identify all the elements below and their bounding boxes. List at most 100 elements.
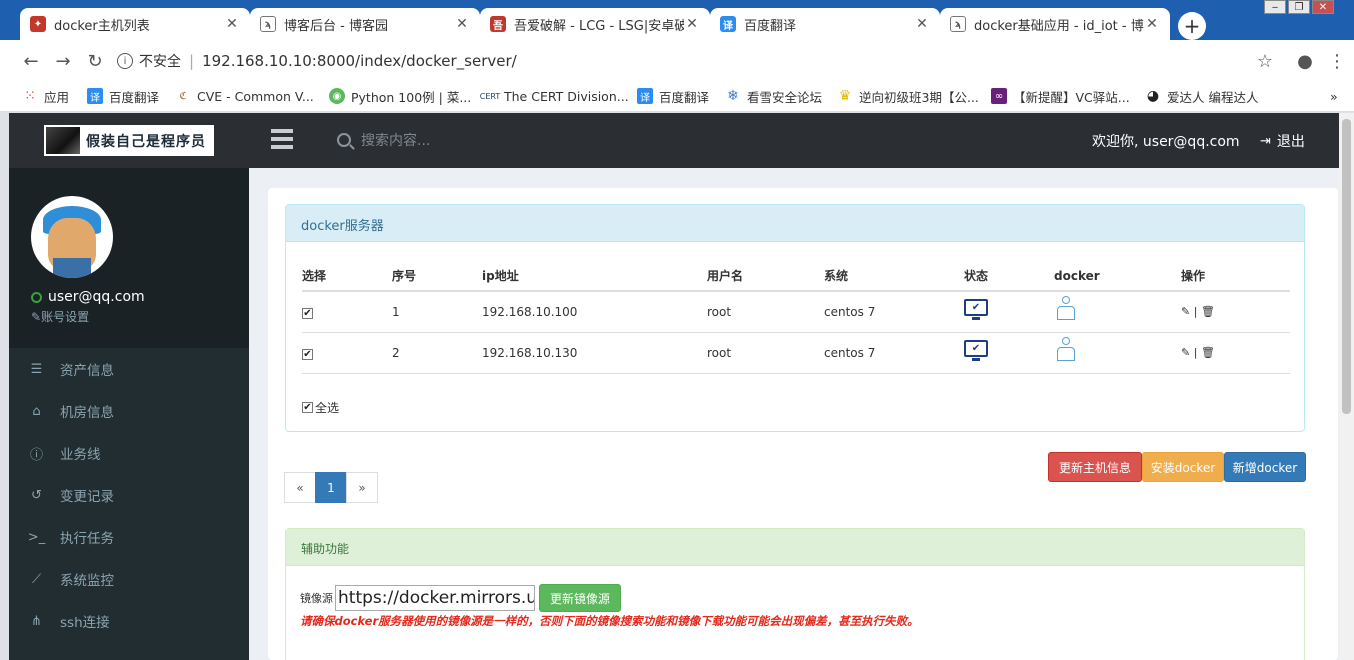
row-checkbox[interactable]: ✔ xyxy=(302,307,313,319)
back-icon[interactable]: ← xyxy=(20,50,42,72)
update-mirror-button[interactable]: 更新镜像源 xyxy=(539,584,621,612)
sidebar-item-label: 业务线 xyxy=(60,447,101,463)
panel-title: 辅助功能 xyxy=(286,529,1304,566)
bookmark-label: 应用 xyxy=(44,89,70,105)
bookmarks-bar: ⁙ 应用 译 百度翻译 ℭ CVE - Common V... ◉ Python… xyxy=(0,80,1354,112)
sidebar-item-label: 系统监控 xyxy=(60,573,114,589)
column-header: 用户名 xyxy=(707,261,824,292)
sidebar-item-assets[interactable]: ☰ 资产信息 xyxy=(9,348,249,390)
minimize-button[interactable]: ‒ xyxy=(1264,0,1286,14)
next-page-button[interactable]: » xyxy=(346,472,378,503)
bookmarks-more-button[interactable]: » xyxy=(1330,86,1338,106)
tab-label: 吾爱破解 - LCG - LSG|安卓破解 xyxy=(514,18,684,34)
reload-icon[interactable]: ↻ xyxy=(84,50,106,72)
bookmark-item[interactable]: ◉ Python 100例 | 菜... xyxy=(329,86,471,106)
profile-icon[interactable]: ● xyxy=(1294,50,1316,72)
account-settings-link[interactable]: ✎账号设置 xyxy=(31,308,89,325)
bookmark-item[interactable]: ◕ 爱达人 编程达人 xyxy=(1145,86,1259,106)
sidebar-item-ssh[interactable]: ⋔ ssh连接 xyxy=(9,600,249,642)
close-window-button[interactable]: ✕ xyxy=(1312,0,1334,14)
column-header: ip地址 xyxy=(482,261,707,292)
scrollbar-thumb[interactable] xyxy=(1342,119,1351,414)
row-user: root xyxy=(707,291,824,333)
browser-tab[interactable]: 吾 吾爱破解 - LCG - LSG|安卓破解 ✕ xyxy=(480,8,710,40)
search-icon xyxy=(337,133,351,147)
edit-icon[interactable]: ✎ xyxy=(1181,305,1190,318)
mirror-label: 镜像源 xyxy=(300,592,333,605)
search-box[interactable]: 搜索内容... xyxy=(337,130,430,150)
monitor-check-icon[interactable]: ✔ xyxy=(964,340,988,362)
logout-link[interactable]: ⇥ 退出 xyxy=(1260,131,1305,151)
info-icon: ⓘ xyxy=(29,447,43,463)
edit-icon[interactable]: ✎ xyxy=(1181,346,1190,359)
prev-page-button[interactable]: « xyxy=(284,472,316,503)
column-header: docker xyxy=(1054,261,1181,292)
sidebar-toggle-icon[interactable] xyxy=(271,129,293,149)
bookmark-item[interactable]: 译 百度翻译 xyxy=(637,86,709,106)
sidebar-item-changes[interactable]: ↺ 变更记录 xyxy=(9,474,249,516)
trash-icon[interactable]: 🗑 xyxy=(1201,305,1215,318)
insecure-label: 不安全 xyxy=(139,54,181,70)
star-icon[interactable]: ☆ xyxy=(1254,50,1276,72)
maximize-button[interactable]: ❐ xyxy=(1288,0,1310,14)
mirror-input[interactable]: https://docker.mirrors.ustc.edu.cn xyxy=(335,585,535,611)
url-text[interactable]: 192.168.10.10:8000/index/docker_server/ xyxy=(202,52,517,70)
row-checkbox[interactable]: ✔ xyxy=(302,348,313,360)
close-icon[interactable]: ✕ xyxy=(1144,16,1160,32)
sidebar-item-label: 资产信息 xyxy=(60,363,114,379)
bookmark-label: 爱达人 编程达人 xyxy=(1167,89,1259,105)
bookmark-item[interactable]: 译 百度翻译 xyxy=(87,86,159,106)
sidebar-item-label: ssh连接 xyxy=(60,615,110,631)
close-icon[interactable]: ✕ xyxy=(914,16,930,32)
add-docker-button[interactable]: 新增docker xyxy=(1224,452,1306,482)
browser-tab[interactable]: ϡ 博客后台 - 博客园 ✕ xyxy=(250,8,480,40)
select-all-checkbox[interactable]: ✔ xyxy=(302,402,313,413)
sidebar-item-business[interactable]: ⓘ 业务线 xyxy=(9,432,249,474)
browser-tab[interactable]: 译 百度翻译 ✕ xyxy=(710,8,940,40)
row-os: centos 7 xyxy=(824,291,964,333)
update-host-button[interactable]: 更新主机信息 xyxy=(1048,452,1142,482)
docker-users-icon[interactable] xyxy=(1054,296,1078,324)
main-content: docker服务器 选择 序号 ip地址 用户名 系统 状态 docker 操作 xyxy=(268,188,1338,660)
bookmark-item[interactable]: ♛ 逆向初级班3期【公... xyxy=(837,86,979,106)
bookmark-item[interactable]: ℭ CVE - Common V... xyxy=(175,86,313,106)
select-all[interactable]: ✔ 全选 xyxy=(302,399,339,416)
apps-grid-icon: ⁙ xyxy=(24,88,36,104)
column-header: 操作 xyxy=(1181,261,1290,292)
browser-tab[interactable]: ϡ docker基础应用 - id_iot - 博客 ✕ xyxy=(940,8,1170,40)
logo[interactable]: 假装自己是程序员 xyxy=(44,125,214,156)
panel-title: docker服务器 xyxy=(286,205,1304,242)
logo-text: 假装自己是程序员 xyxy=(86,133,206,150)
docker-users-icon[interactable] xyxy=(1054,337,1078,365)
bookmark-apps[interactable]: ⁙ 应用 xyxy=(22,86,69,106)
close-icon[interactable]: ✕ xyxy=(224,16,240,32)
close-icon[interactable]: ✕ xyxy=(454,16,470,32)
terminal-icon: >_ xyxy=(27,529,46,545)
forward-icon[interactable]: → xyxy=(52,50,74,72)
address-bar[interactable]: i 不安全 | 192.168.10.10:8000/index/docker_… xyxy=(117,48,1237,74)
sidebar-item-datacenter[interactable]: ⌂ 机房信息 xyxy=(9,390,249,432)
sidebar-item-monitor[interactable]: ⟋ 系统监控 xyxy=(9,558,249,600)
translate-icon: 译 xyxy=(720,16,736,32)
page-scrollbar[interactable] xyxy=(1339,113,1354,660)
menu-dots-icon[interactable]: ⋮ xyxy=(1326,50,1348,72)
column-header: 选择 xyxy=(302,261,392,292)
bookmark-item[interactable]: ❄ 看雪安全论坛 xyxy=(725,86,822,106)
bookmark-item[interactable]: ∞ 【新提醒】VC驿站... xyxy=(991,86,1130,106)
monitor-check-icon[interactable]: ✔ xyxy=(964,299,988,321)
bookmark-item[interactable]: CERT The CERT Division... xyxy=(480,86,629,106)
trash-icon[interactable]: 🗑 xyxy=(1201,346,1215,359)
page-button[interactable]: 1 xyxy=(315,472,347,503)
sidebar-item-label: 变更记录 xyxy=(60,489,114,505)
user-panel: user@qq.com ✎账号设置 xyxy=(9,168,249,348)
info-icon[interactable]: i xyxy=(117,53,133,69)
tab-label: 百度翻译 xyxy=(744,18,797,34)
close-icon[interactable]: ✕ xyxy=(684,16,700,32)
search-input[interactable]: 搜索内容... xyxy=(361,130,430,150)
cnblogs-icon: ϡ xyxy=(950,16,966,32)
sidebar-item-tasks[interactable]: >_ 执行任务 xyxy=(9,516,249,558)
column-header: 系统 xyxy=(824,261,964,292)
new-tab-button[interactable]: + xyxy=(1178,12,1206,40)
install-docker-button[interactable]: 安装docker xyxy=(1142,452,1224,482)
browser-tab[interactable]: ✦ docker主机列表 ✕ xyxy=(20,8,250,40)
